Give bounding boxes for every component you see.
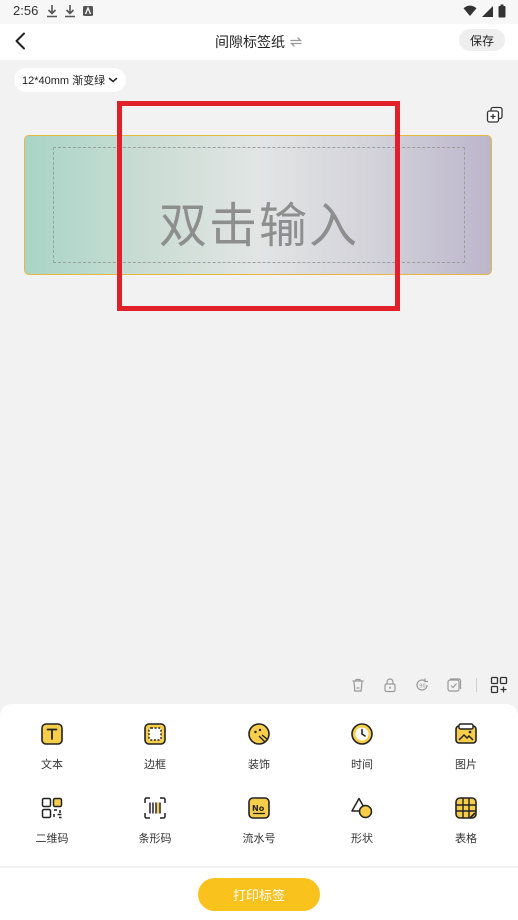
status-bar: 2:56 bbox=[0, 0, 518, 24]
insert-item-label: 边框 bbox=[144, 758, 166, 771]
chevron-down-icon bbox=[108, 77, 118, 83]
insert-item-label: 二维码 bbox=[35, 832, 69, 845]
clock-icon bbox=[351, 723, 373, 745]
signal-icon bbox=[482, 6, 493, 17]
toolbar-divider bbox=[476, 678, 477, 692]
download-icon bbox=[65, 5, 75, 18]
download-icon bbox=[47, 5, 57, 18]
notification-icons bbox=[46, 4, 94, 18]
insert-time-button[interactable]: 时间 bbox=[322, 722, 402, 782]
layout-button[interactable] bbox=[489, 675, 509, 695]
qrcode-icon bbox=[41, 797, 63, 819]
insert-image-button[interactable]: 图片 bbox=[426, 722, 506, 782]
insert-serial-number-button[interactable]: No 流水号 bbox=[219, 796, 299, 856]
insert-item-label: 表格 bbox=[455, 832, 477, 845]
save-button[interactable]: 保存 bbox=[459, 29, 505, 51]
trash-icon bbox=[352, 678, 364, 692]
insert-barcode-button[interactable]: 条形码 bbox=[115, 796, 195, 856]
battery-icon bbox=[498, 4, 506, 18]
barcode-icon bbox=[144, 797, 166, 819]
system-icons bbox=[463, 4, 506, 18]
multi-select-button[interactable] bbox=[444, 675, 464, 695]
insert-shape-button[interactable]: 形状 bbox=[322, 796, 402, 856]
insert-item-label: 装饰 bbox=[248, 758, 270, 771]
page-title[interactable]: 间隙标签纸 bbox=[0, 32, 518, 52]
insert-item-label: 图片 bbox=[455, 758, 477, 771]
table-icon bbox=[455, 797, 477, 819]
insert-item-label: 时间 bbox=[351, 758, 373, 771]
wifi-icon bbox=[463, 5, 477, 16]
insert-decoration-button[interactable]: 装饰 bbox=[219, 722, 299, 782]
insert-item-label: 流水号 bbox=[242, 832, 276, 845]
status-time: 2:56 bbox=[13, 3, 39, 18]
insert-panel: 文本 边框 装饰 时间 图片 二维码 条形码 No 流水号 形状 表格 bbox=[0, 704, 518, 866]
image-icon bbox=[455, 723, 477, 744]
select-icon bbox=[447, 678, 462, 692]
shape-icon bbox=[351, 797, 373, 819]
serial-number-icon: No bbox=[248, 797, 270, 819]
insert-item-label: 文本 bbox=[41, 758, 63, 771]
insert-item-label: 形状 bbox=[351, 832, 373, 845]
rotate-icon: 90 bbox=[416, 678, 428, 691]
app-notification-icon bbox=[83, 6, 93, 16]
page-title-text: 间隙标签纸 bbox=[215, 35, 285, 51]
svg-text:90: 90 bbox=[419, 684, 425, 690]
decoration-icon bbox=[248, 723, 270, 745]
delete-button[interactable] bbox=[348, 675, 368, 695]
insert-border-button[interactable]: 边框 bbox=[115, 722, 195, 782]
copy-add-icon bbox=[486, 106, 503, 123]
rotate-button[interactable]: 90 bbox=[412, 675, 432, 695]
svg-text:No: No bbox=[252, 804, 265, 813]
highlight-box bbox=[117, 101, 400, 311]
label-size-text: 12*40mm 渐变绿 bbox=[22, 75, 106, 87]
edit-toolbar: 90 bbox=[348, 675, 509, 695]
switch-icon bbox=[289, 37, 303, 47]
insert-qrcode-button[interactable]: 二维码 bbox=[12, 796, 92, 856]
lock-icon bbox=[384, 678, 396, 693]
label-size-selector[interactable]: 12*40mm 渐变绿 bbox=[14, 68, 127, 92]
print-label-button[interactable]: 打印标签 bbox=[198, 878, 320, 911]
title-bar: 间隙标签纸 保存 bbox=[0, 24, 518, 60]
insert-item-label: 条形码 bbox=[138, 832, 172, 845]
text-icon bbox=[41, 723, 63, 745]
grid-icon bbox=[490, 676, 508, 694]
border-icon bbox=[144, 723, 166, 745]
insert-table-button[interactable]: 表格 bbox=[426, 796, 506, 856]
duplicate-label-button[interactable] bbox=[486, 106, 504, 124]
insert-text-button[interactable]: 文本 bbox=[12, 722, 92, 782]
lock-button[interactable] bbox=[380, 675, 400, 695]
